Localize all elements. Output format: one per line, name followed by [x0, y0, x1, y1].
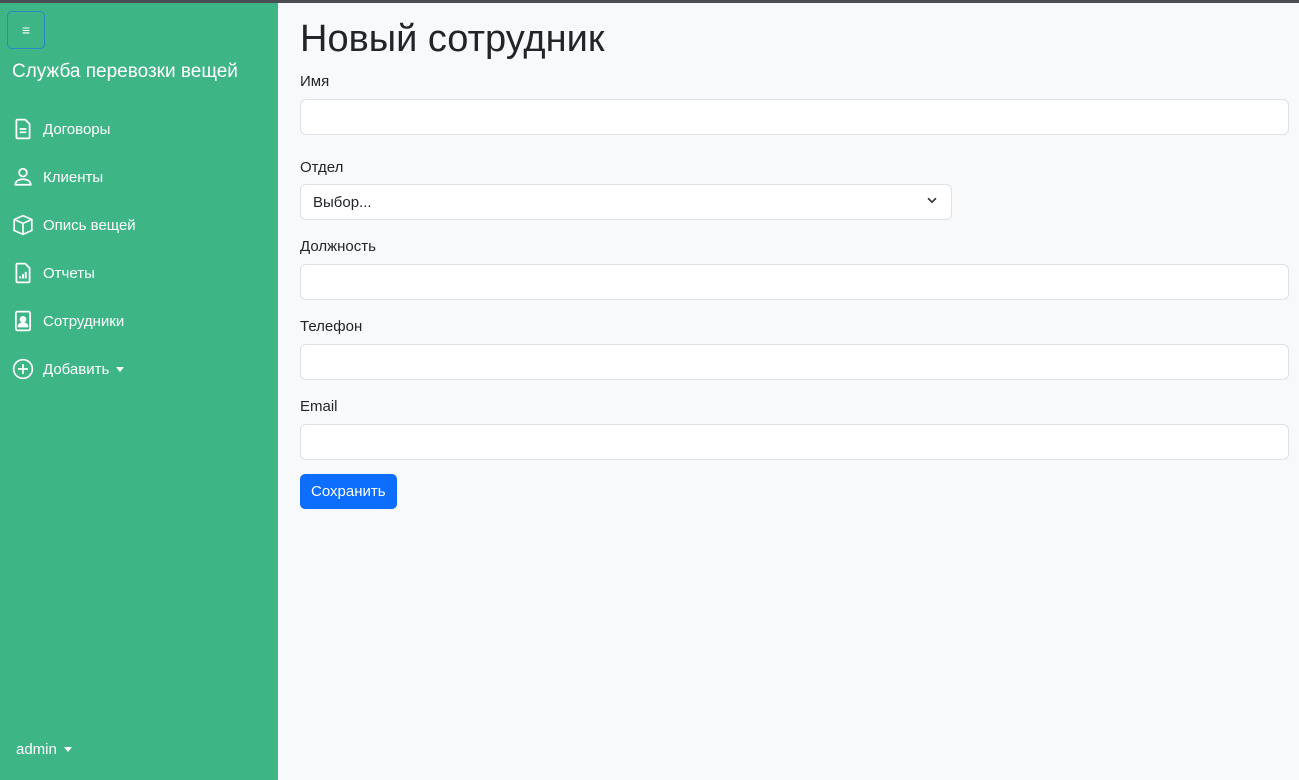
page-title: Новый сотрудник — [300, 18, 605, 60]
chevron-down-icon — [925, 193, 939, 211]
sidebar-item-label: Сотрудники — [43, 312, 125, 330]
brand-title: Служба перевозки вещей — [12, 61, 238, 82]
caret-down-icon — [63, 747, 72, 752]
user-menu[interactable]: admin — [16, 741, 72, 758]
sidebar-item-label: Отчеты — [43, 264, 95, 282]
report-icon — [12, 262, 34, 284]
sidebar-item-employees[interactable]: Сотрудники — [12, 303, 272, 339]
position-input[interactable] — [300, 264, 1289, 300]
sidebar-item-contracts[interactable]: Договоры — [12, 111, 272, 147]
phone-input[interactable] — [300, 344, 1289, 380]
sidebar-item-reports[interactable]: Отчеты — [12, 255, 272, 291]
position-label: Должность — [300, 238, 376, 255]
name-input[interactable] — [300, 99, 1289, 135]
department-label: Отдел — [300, 159, 344, 176]
plus-circle-icon — [12, 358, 34, 380]
username: admin — [16, 741, 57, 758]
sidebar-item-label: Добавить — [43, 360, 110, 378]
name-label: Имя — [300, 73, 330, 90]
person-icon — [12, 166, 34, 188]
sidebar-item-clients[interactable]: Клиенты — [12, 159, 272, 195]
email-input[interactable] — [300, 424, 1289, 460]
sidebar-item-label: Клиенты — [43, 168, 104, 186]
sidebar-item-label: Опись вещей — [43, 216, 136, 234]
phone-label: Телефон — [300, 318, 363, 335]
email-label: Email — [300, 398, 338, 415]
caret-down-icon — [116, 366, 125, 372]
department-selected-value: Выбор... — [313, 193, 372, 211]
department-select[interactable]: Выбор... — [300, 184, 952, 220]
document-icon — [12, 118, 34, 140]
hamburger-icon: ≡ — [21, 22, 31, 38]
save-button[interactable]: Сохранить — [300, 474, 397, 509]
sidebar-item-inventory[interactable]: Опись вещей — [12, 207, 272, 243]
badge-icon — [12, 310, 34, 332]
sidebar-toggle-button[interactable]: ≡ — [7, 11, 45, 49]
sidebar-item-label: Договоры — [43, 120, 111, 138]
box-icon — [12, 214, 34, 236]
sidebar-nav: Договоры Клиенты Опись вещей Отчеты Сотр… — [12, 111, 272, 399]
sidebar-item-add[interactable]: Добавить — [12, 351, 272, 387]
sidebar: ≡ Служба перевозки вещей Договоры Клиент… — [0, 3, 278, 780]
